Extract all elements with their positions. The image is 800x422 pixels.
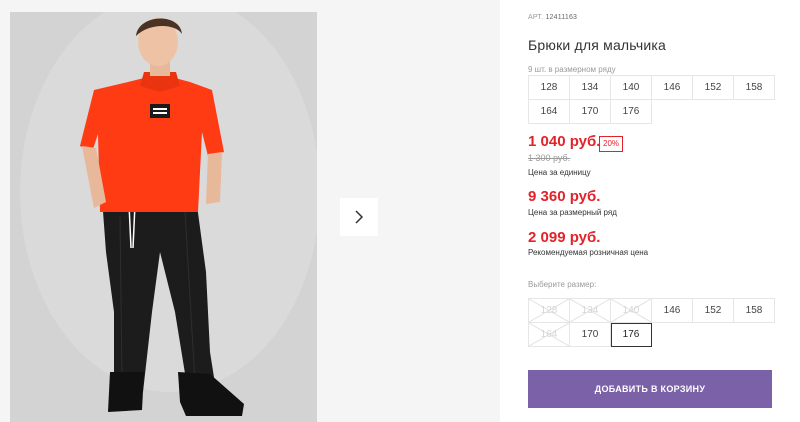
size-option-label: 128 xyxy=(540,305,558,316)
size-option[interactable]: 152 xyxy=(693,299,734,323)
size-option-unavailable: 164 xyxy=(529,323,570,347)
unit-price: 1 040 руб. xyxy=(528,133,601,150)
size-option-label: 140 xyxy=(622,305,640,316)
series-size: 140 xyxy=(611,76,652,100)
size-option[interactable]: 158 xyxy=(734,299,775,323)
series-size: 146 xyxy=(652,76,693,100)
size-option-label: 170 xyxy=(581,329,599,340)
size-option-unavailable: 134 xyxy=(570,299,611,323)
article-value: 12411163 xyxy=(545,14,578,21)
series-size: 158 xyxy=(734,76,775,100)
size-option-label: 176 xyxy=(622,329,640,340)
series-size: 164 xyxy=(529,100,570,124)
size-option-label: 146 xyxy=(663,305,681,316)
size-option-selected[interactable]: 176 xyxy=(611,323,652,347)
retail-price: 2 099 руб. xyxy=(528,229,601,246)
size-option-unavailable: 140 xyxy=(611,299,652,323)
size-option[interactable]: 170 xyxy=(570,323,611,347)
article-label: АРТ. xyxy=(528,14,544,21)
series-size: 170 xyxy=(570,100,611,124)
series-count-label: 9 шт. в размерном ряду xyxy=(528,65,616,74)
size-option-unavailable: 128 xyxy=(529,299,570,323)
chevron-right-icon xyxy=(355,210,364,224)
unit-price-caption: Цена за единицу xyxy=(528,168,591,177)
article-number: АРТ. 12411163 xyxy=(528,14,577,21)
size-option-label: 158 xyxy=(745,305,763,316)
series-price: 9 360 руб. xyxy=(528,188,601,205)
choose-size-label: Выберите размер: xyxy=(528,280,597,289)
series-size: 176 xyxy=(611,100,652,124)
size-selector: 128 134 140 146 152 158 164 170 176 xyxy=(528,298,775,347)
series-size: 134 xyxy=(570,76,611,100)
retail-price-caption: Рекомендуемая розничная цена xyxy=(528,248,649,257)
discount-badge: 20% xyxy=(599,136,624,152)
series-size: 128 xyxy=(529,76,570,100)
boy-in-red-polo-and-black-trousers xyxy=(10,12,317,422)
product-photo[interactable] xyxy=(10,12,317,422)
product-gallery xyxy=(0,0,500,422)
product-title: Брюки для мальчика xyxy=(528,37,666,53)
size-option-label: 152 xyxy=(704,305,722,316)
old-price: 1 300 руб. xyxy=(528,153,571,163)
series-size: 152 xyxy=(693,76,734,100)
size-series-grid: 128 134 140 146 152 158 164 170 176 xyxy=(528,75,775,124)
product-info-panel: АРТ. 12411163 Брюки для мальчика 9 шт. в… xyxy=(528,0,790,422)
gallery-next-button[interactable] xyxy=(340,198,378,236)
add-to-cart-button[interactable]: ДОБАВИТЬ В КОРЗИНУ xyxy=(528,370,772,408)
series-price-caption: Цена за размерный ряд xyxy=(528,208,617,217)
size-option-label: 134 xyxy=(581,305,599,316)
size-option[interactable]: 146 xyxy=(652,299,693,323)
size-option-label: 164 xyxy=(540,329,558,340)
